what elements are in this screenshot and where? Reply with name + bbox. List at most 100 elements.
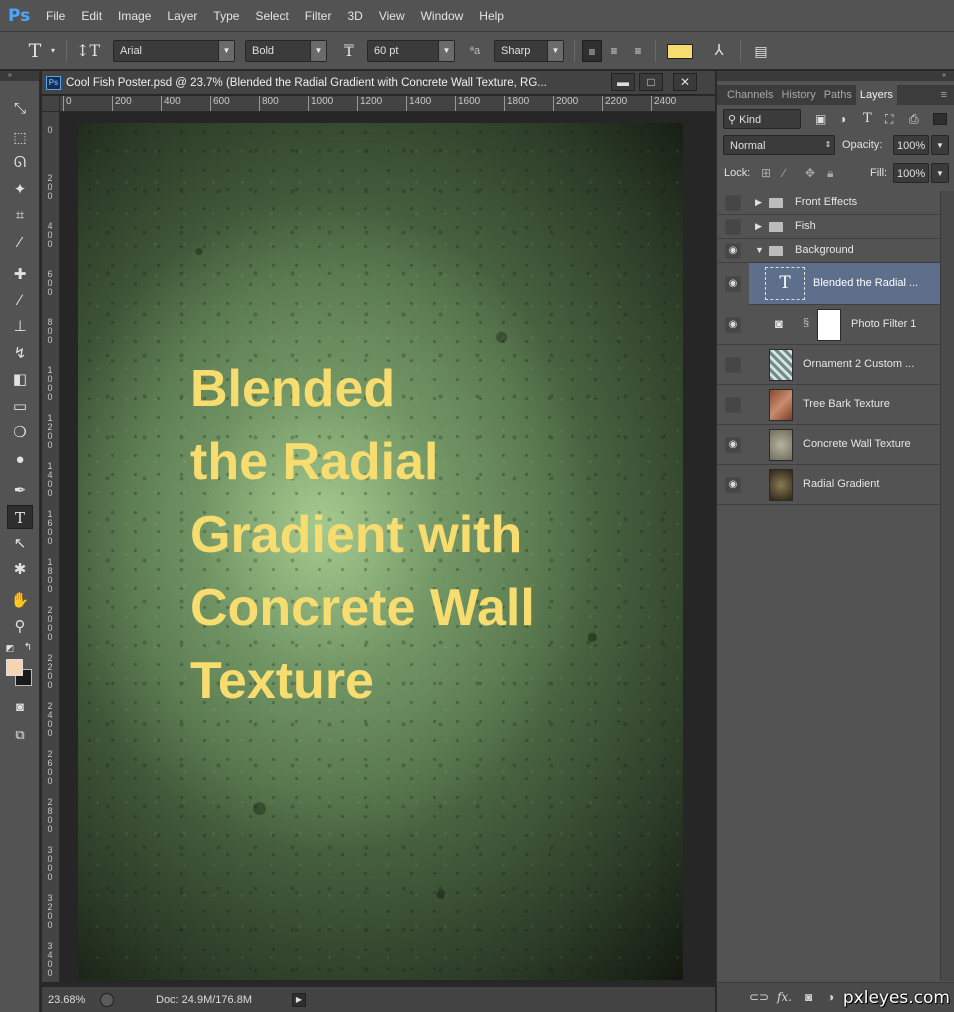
eye-icon[interactable]: ◉: [725, 317, 741, 333]
poster-text-layer[interactable]: Blended the Radial Gradient with Concret…: [190, 353, 660, 718]
visibility-toggle[interactable]: [725, 357, 741, 373]
move-tool-icon[interactable]: ⤡: [7, 97, 33, 121]
align-center-icon[interactable]: ≡: [604, 40, 624, 62]
layer-row-background[interactable]: ◉ ▼ Background: [717, 239, 941, 263]
filter-shape-icon[interactable]: ⛶: [885, 109, 893, 129]
visibility-toggle[interactable]: [725, 195, 741, 211]
preset-arrow-icon[interactable]: ▾: [48, 40, 58, 62]
gradient-tool-icon[interactable]: ▭: [7, 395, 33, 419]
vertical-ruler[interactable]: 0 2 0 0 4 0 0 6 0 0 8 0 0 1 0 0 0 1 2 0 0 1 4 0…: [42, 112, 60, 982]
font-size-select[interactable]: 60 pt ▼: [367, 40, 455, 62]
crop-tool-icon[interactable]: ⌗: [7, 204, 33, 228]
menu-window[interactable]: Window: [413, 0, 472, 32]
eye-icon[interactable]: ◉: [725, 243, 741, 259]
zoom-tool-icon[interactable]: ⚲: [7, 615, 33, 639]
lasso-tool-icon[interactable]: ᘏ: [7, 151, 33, 175]
tab-layers[interactable]: Layers: [855, 85, 897, 105]
collapse-arrow-icon[interactable]: ▼: [755, 245, 764, 255]
link-layers-icon[interactable]: ⊂⊃: [749, 990, 769, 1004]
magic-wand-tool-icon[interactable]: ✦: [7, 178, 33, 202]
panel-menu-icon[interactable]: ≡: [937, 85, 954, 105]
visibility-toggle[interactable]: [725, 397, 741, 413]
expand-arrow-icon[interactable]: ▶: [755, 197, 762, 208]
filter-type-icon[interactable]: T: [863, 109, 872, 129]
menu-file[interactable]: File: [38, 0, 73, 32]
menu-3d[interactable]: 3D: [339, 0, 370, 32]
screen-mode-icon[interactable]: ⧉: [7, 723, 33, 747]
swap-colors-icon[interactable]: ↰: [21, 641, 35, 655]
eyedropper-tool-icon[interactable]: ⁄: [7, 231, 33, 255]
menu-help[interactable]: Help: [471, 0, 512, 32]
opacity-slider-arrow-icon[interactable]: ▼: [931, 135, 949, 155]
text-color-swatch[interactable]: [667, 44, 693, 59]
font-family-select[interactable]: Arial ▼: [113, 40, 235, 62]
expand-arrow-icon[interactable]: ▶: [755, 221, 762, 232]
tab-history[interactable]: History: [777, 85, 819, 105]
hand-tool-icon[interactable]: ✋: [7, 589, 33, 613]
menu-type[interactable]: Type: [205, 0, 247, 32]
layer-row-photo-filter[interactable]: ◉ ◙ § Photo Filter 1: [717, 305, 941, 345]
ruler-corner[interactable]: [42, 96, 60, 112]
foreground-color-swatch[interactable]: [6, 659, 23, 676]
tab-channels[interactable]: Channels: [723, 85, 777, 105]
eraser-tool-icon[interactable]: ◧: [7, 368, 33, 392]
collapse-arrows-icon[interactable]: «: [717, 71, 954, 81]
eye-icon[interactable]: ◉: [725, 276, 741, 292]
blur-tool-icon[interactable]: ❍: [7, 421, 33, 445]
menu-image[interactable]: Image: [110, 0, 159, 32]
pen-tool-icon[interactable]: ✒: [7, 479, 33, 503]
font-style-select[interactable]: Bold ▼: [245, 40, 327, 62]
collapse-arrows-icon[interactable]: »: [0, 71, 39, 81]
character-panel-icon[interactable]: ▤: [750, 40, 772, 62]
layers-scrollbar[interactable]: [940, 191, 954, 981]
menu-select[interactable]: Select: [247, 0, 296, 32]
dodge-tool-icon[interactable]: ●: [7, 448, 33, 472]
minimize-button[interactable]: ▬: [611, 73, 635, 91]
marquee-tool-icon[interactable]: ⬚: [7, 125, 33, 149]
filter-pixel-icon[interactable]: ▣: [815, 109, 826, 129]
custom-shape-tool-icon[interactable]: ✱: [7, 558, 33, 582]
layer-row-tree-bark[interactable]: Tree Bark Texture: [717, 385, 941, 425]
align-left-icon[interactable]: ≡: [582, 40, 602, 62]
menu-filter[interactable]: Filter: [297, 0, 340, 32]
poster-canvas[interactable]: Blended the Radial Gradient with Concret…: [78, 123, 683, 980]
adjustment-icon[interactable]: ◑: [827, 990, 834, 1004]
quick-mask-icon[interactable]: ◙: [7, 695, 33, 719]
clone-stamp-tool-icon[interactable]: ⊥: [7, 315, 33, 339]
filter-kind-select[interactable]: ⚲ Kind: [723, 109, 801, 129]
layer-row-text-selected[interactable]: T Blended the Radial ...: [749, 263, 941, 305]
eye-icon[interactable]: ◉: [725, 477, 741, 493]
lock-all-icon[interactable]: 🔒︎: [827, 163, 833, 183]
path-selection-tool-icon[interactable]: ↖: [7, 532, 33, 556]
lock-transparent-icon[interactable]: ⊞: [761, 163, 771, 183]
menu-edit[interactable]: Edit: [73, 0, 110, 32]
eye-icon[interactable]: ◉: [725, 437, 741, 453]
fill-input[interactable]: 100%: [893, 163, 929, 183]
layer-row-fish[interactable]: ▶ Fish: [717, 215, 941, 239]
healing-brush-tool-icon[interactable]: ✚: [7, 263, 33, 287]
layer-row-radial-gradient[interactable]: ◉ Radial Gradient: [717, 465, 941, 505]
filter-toggle[interactable]: [933, 113, 947, 125]
document-tab[interactable]: Ps Cool Fish Poster.psd @ 23.7% (Blended…: [42, 71, 715, 95]
blend-mode-select[interactable]: Normal ⇕: [723, 135, 835, 155]
lock-pixels-icon[interactable]: ∕: [783, 163, 785, 183]
tab-paths[interactable]: Paths: [820, 85, 856, 105]
maximize-button[interactable]: □: [639, 73, 663, 91]
brush-tool-icon[interactable]: ∕: [7, 289, 33, 313]
menu-layer[interactable]: Layer: [159, 0, 205, 32]
fill-slider-arrow-icon[interactable]: ▼: [931, 163, 949, 183]
antialias-select[interactable]: Sharp ▼: [494, 40, 564, 62]
type-tool-icon[interactable]: T: [7, 505, 33, 529]
layer-row-concrete-wall[interactable]: ◉ Concrete Wall Texture: [717, 425, 941, 465]
close-button[interactable]: ✕: [673, 73, 697, 91]
status-icon[interactable]: [100, 993, 114, 1007]
menu-view[interactable]: View: [371, 0, 413, 32]
filter-adjustment-icon[interactable]: ◑: [839, 109, 846, 129]
filter-smart-object-icon[interactable]: ⎙: [909, 109, 919, 129]
warp-text-icon[interactable]: ⅄: [708, 40, 730, 62]
status-menu-arrow-icon[interactable]: ▶: [292, 993, 306, 1007]
default-colors-icon[interactable]: ◩: [3, 641, 17, 655]
link-icon[interactable]: §: [803, 317, 809, 329]
opacity-input[interactable]: 100%: [893, 135, 929, 155]
align-right-icon[interactable]: ≡: [628, 40, 648, 62]
